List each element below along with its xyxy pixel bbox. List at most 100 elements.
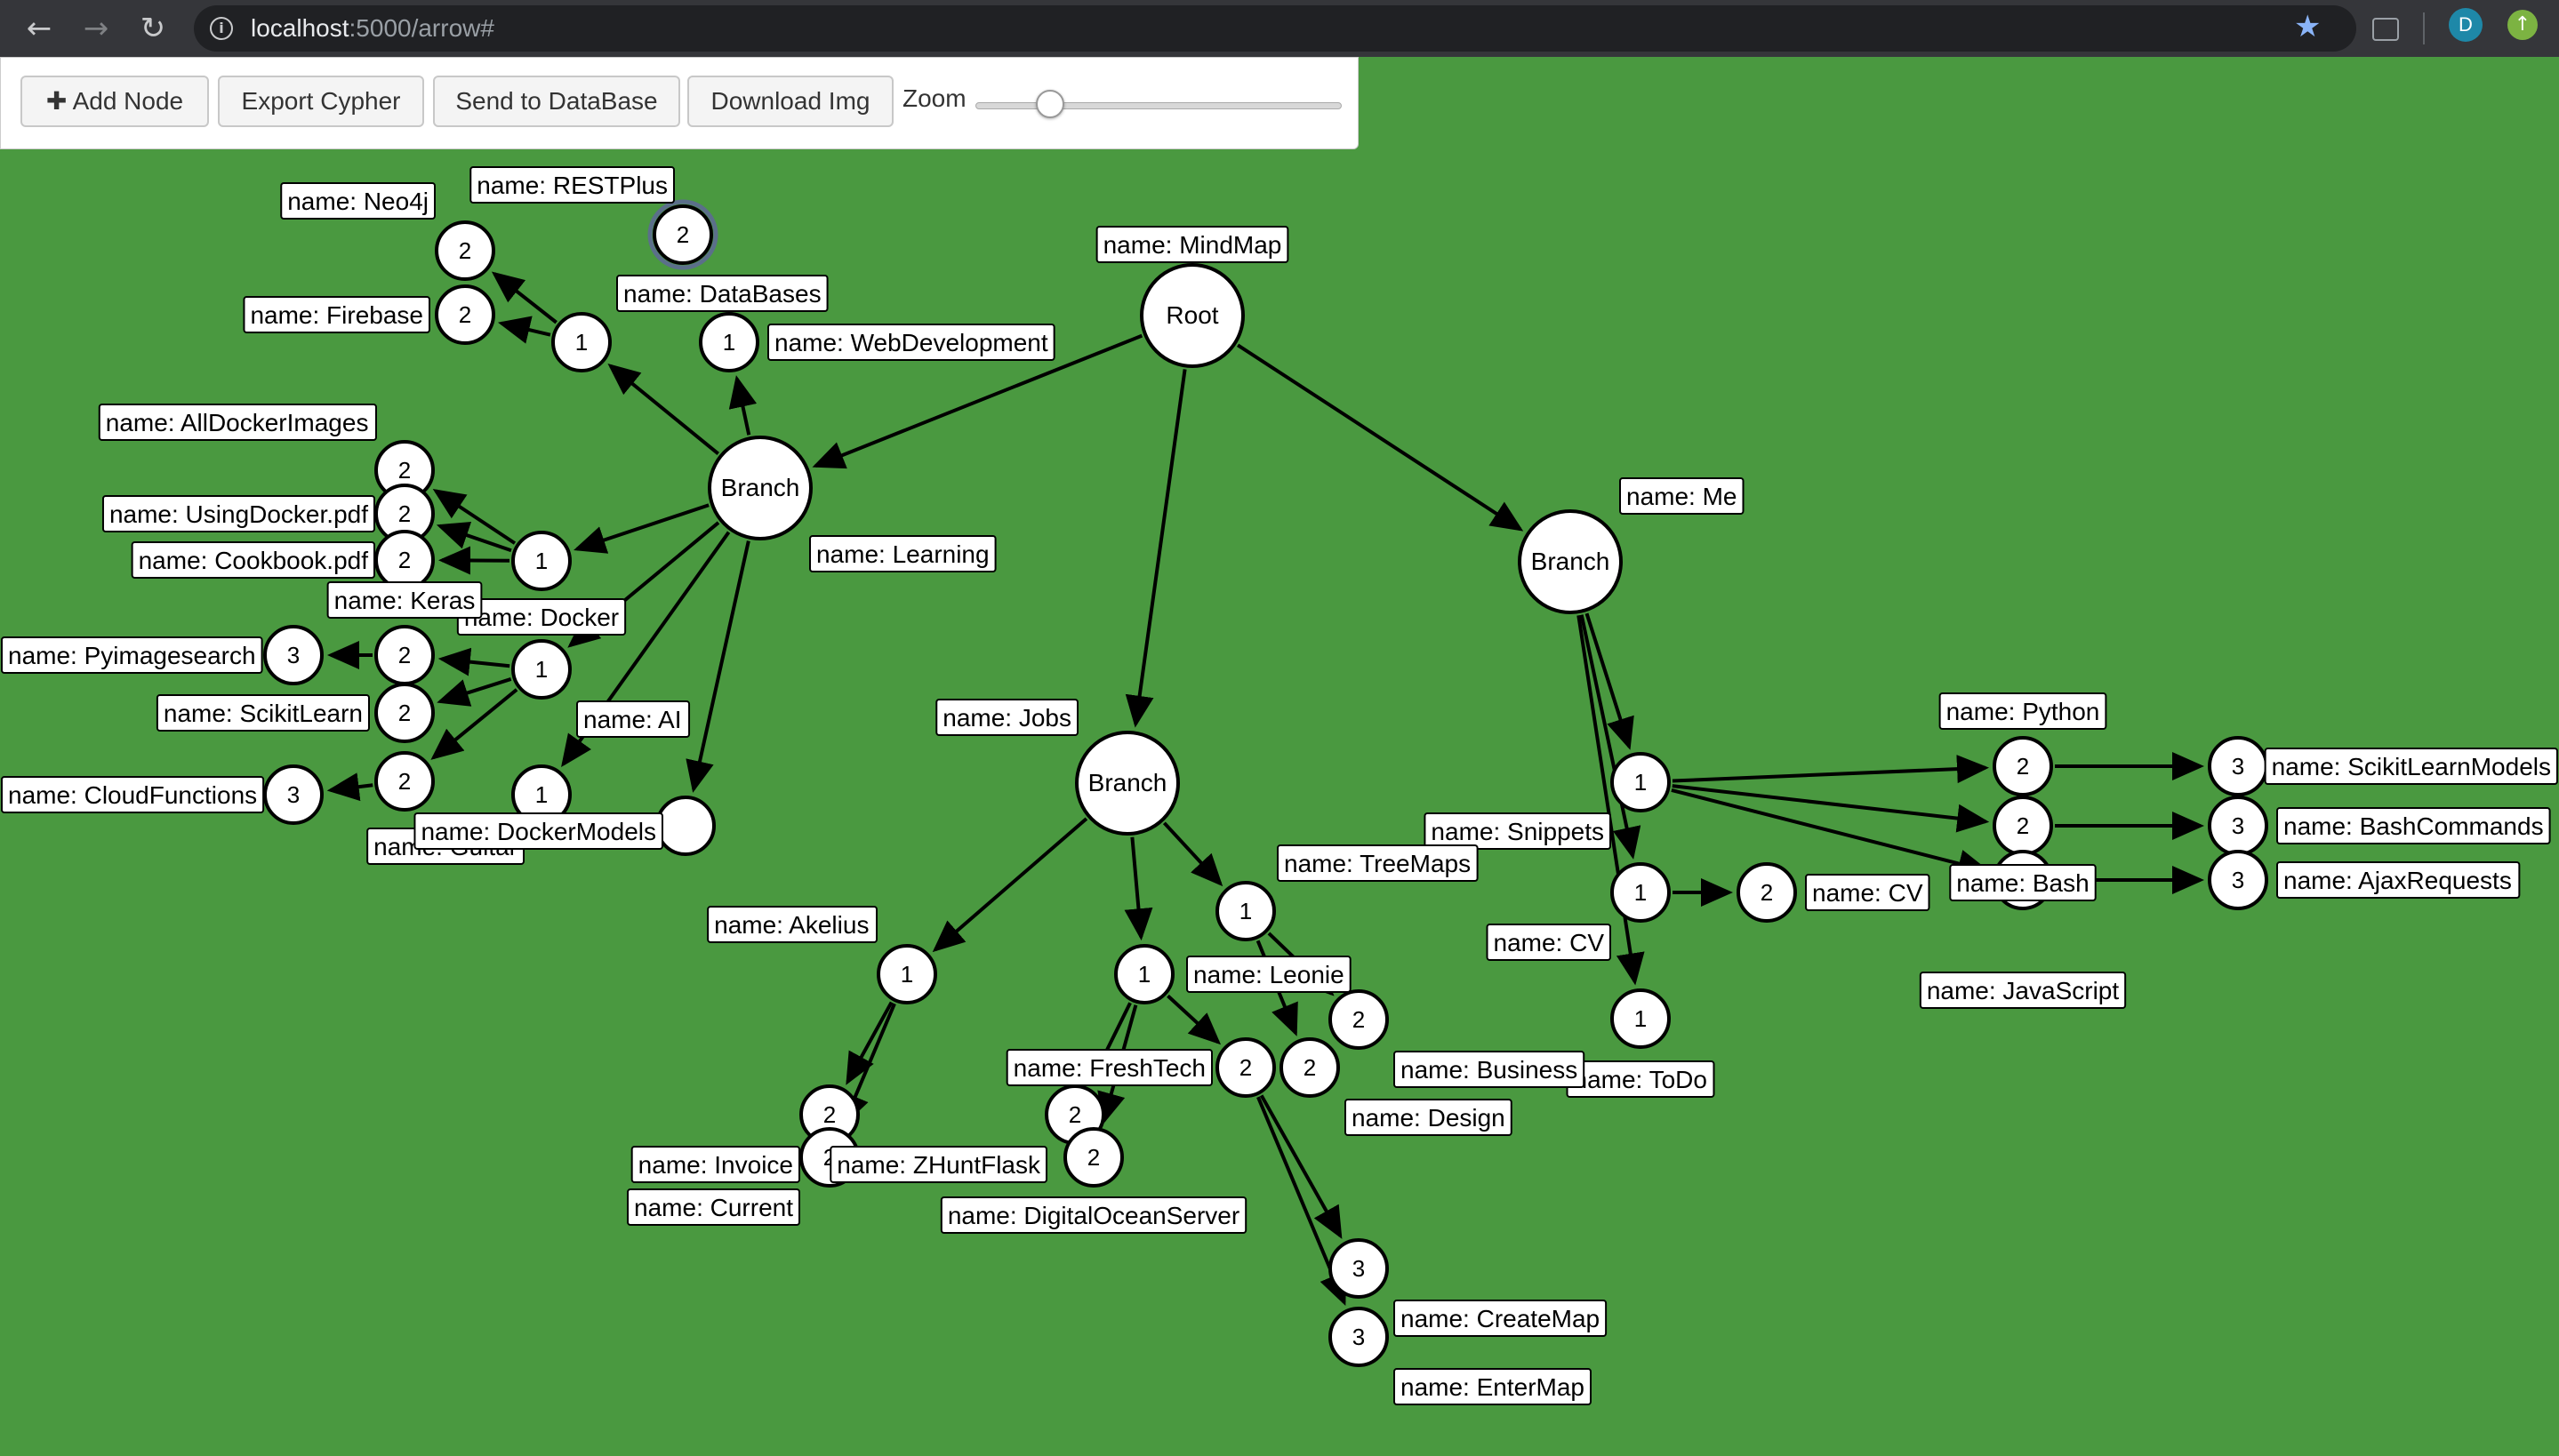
edge-ai-to-keras[interactable] bbox=[437, 647, 510, 676]
node-cloudfn[interactable]: 3 bbox=[263, 764, 324, 825]
node-treemaps[interactable]: 1 bbox=[1215, 881, 1276, 941]
label-text: name: Jobs bbox=[943, 704, 1071, 732]
node-createmap[interactable]: 3 bbox=[1328, 1238, 1389, 1299]
node-akelius[interactable]: 1 bbox=[877, 944, 937, 1004]
node-caption: 2 bbox=[677, 221, 689, 248]
node-label-bash: name: Bash bbox=[1949, 864, 2097, 901]
edge-me-to-snippets[interactable] bbox=[1584, 612, 1634, 750]
edge-jobs-to-akelius[interactable] bbox=[932, 817, 1088, 953]
node-dockermodels[interactable] bbox=[655, 796, 716, 856]
node-cookbook[interactable]: 2 bbox=[374, 530, 435, 590]
node-webdev[interactable]: 1 bbox=[699, 312, 759, 372]
node-label-business: name: Business bbox=[1393, 1051, 1585, 1088]
node-caption: 2 bbox=[398, 768, 411, 795]
node-business[interactable]: 2 bbox=[1328, 989, 1389, 1050]
node-learning[interactable]: Branch bbox=[708, 436, 813, 540]
node-jobs[interactable]: Branch bbox=[1075, 731, 1180, 836]
toolbar: ✚ Add Node Export Cypher Send to DataBas… bbox=[0, 57, 1359, 149]
node-caption: 1 bbox=[1239, 898, 1252, 924]
node-ai[interactable]: 1 bbox=[511, 639, 572, 700]
node-python[interactable]: 2 bbox=[1993, 736, 2053, 796]
send-to-database-button[interactable]: Send to DataBase bbox=[433, 76, 680, 127]
edge-jobs-to-leonie[interactable] bbox=[1124, 836, 1153, 941]
node-caption: 1 bbox=[723, 329, 735, 356]
node-snippets[interactable]: 1 bbox=[1610, 752, 1671, 812]
node-caption: 2 bbox=[823, 1101, 836, 1128]
edge-learning-to-databases[interactable] bbox=[607, 364, 720, 455]
node-caption: 2 bbox=[1087, 1144, 1100, 1171]
node-caption: 2 bbox=[1761, 879, 1773, 906]
node-ajax[interactable]: 3 bbox=[2208, 850, 2268, 910]
node-pyimage[interactable]: 3 bbox=[263, 625, 324, 685]
node-circle[interactable] bbox=[655, 796, 716, 856]
edge-leonie-to-freshtech[interactable] bbox=[1167, 994, 1222, 1045]
edge-databases-to-neo4j[interactable] bbox=[491, 271, 558, 324]
node-caption: Root bbox=[1166, 301, 1218, 329]
node-digitalocean[interactable]: 2 bbox=[1063, 1127, 1124, 1188]
mind-map-graph[interactable]: RootBranchBranchBranch1 12221222123223 1 12… bbox=[0, 0, 2559, 1456]
label-text: name: ScikitLearn bbox=[164, 700, 363, 727]
edge-root-to-me[interactable] bbox=[1237, 343, 1524, 532]
node-caption: 1 bbox=[901, 961, 913, 988]
label-text: name: Design bbox=[1352, 1104, 1505, 1132]
node-keras[interactable]: 2 bbox=[374, 625, 435, 685]
edge-ai-to-scikitlearn[interactable] bbox=[437, 677, 512, 707]
node-restplus[interactable]: 2 bbox=[647, 199, 718, 270]
node-scikitlearn[interactable]: 2 bbox=[374, 683, 435, 743]
node-caption: 3 bbox=[287, 642, 300, 668]
label-text: name: Pyimagesearch bbox=[8, 642, 256, 669]
node-cv1[interactable]: 1 bbox=[1610, 862, 1671, 923]
edge-learning-to-dockermodels[interactable] bbox=[686, 540, 750, 793]
node-entermap[interactable]: 3 bbox=[1328, 1307, 1389, 1367]
add-node-button[interactable]: ✚ Add Node bbox=[20, 76, 209, 127]
node-caption: 2 bbox=[1304, 1054, 1316, 1081]
zoom-slider-thumb[interactable] bbox=[1036, 90, 1064, 118]
edge-databases-to-firebase[interactable] bbox=[497, 316, 551, 344]
node-label-webdev: name: WebDevelopment bbox=[767, 324, 1055, 361]
label-text: name: Firebase bbox=[250, 301, 423, 329]
node-caption: 2 bbox=[1239, 1054, 1252, 1081]
label-text: name: Invoice bbox=[638, 1151, 793, 1179]
label-text: name: CreateMap bbox=[1400, 1305, 1600, 1332]
node-freshtech[interactable]: 2 bbox=[1215, 1037, 1276, 1098]
node-label-cloudfn: name: CloudFunctions bbox=[1, 776, 265, 813]
label-text: name: MindMap bbox=[1103, 231, 1282, 259]
node-caption: 1 bbox=[1634, 769, 1647, 796]
node-firebase[interactable]: 2 bbox=[435, 284, 495, 345]
edge-jobs-to-treemaps[interactable] bbox=[1162, 821, 1223, 887]
node-leonie[interactable]: 1 bbox=[1114, 944, 1175, 1004]
node-design[interactable]: 2 bbox=[1280, 1037, 1340, 1098]
zoom-label: Zoom bbox=[902, 84, 967, 112]
edge-snippets-to-python[interactable] bbox=[1672, 755, 1990, 784]
node-root[interactable]: Root bbox=[1140, 263, 1245, 368]
node-label-alldocker: name: AllDockerImages bbox=[98, 404, 377, 441]
edge-docker-to-usingdocker[interactable] bbox=[436, 521, 512, 553]
edge-akelius-to-invoice[interactable] bbox=[846, 1001, 894, 1085]
label-text: name: UsingDocker.pdf bbox=[109, 500, 368, 528]
edge-freshtech-to-createmap[interactable] bbox=[1259, 1094, 1343, 1239]
edge-cloud2-to-cloudfn[interactable] bbox=[326, 772, 373, 802]
node-scikitmodels[interactable]: 3 bbox=[2208, 736, 2268, 796]
node-caption: 2 bbox=[1069, 1101, 1081, 1128]
zoom-slider-track[interactable] bbox=[975, 102, 1342, 109]
node-databases[interactable]: 1 bbox=[551, 312, 612, 372]
label-text: name: Cookbook.pdf bbox=[139, 547, 369, 574]
node-caption: 1 bbox=[575, 329, 588, 356]
edge-learning-to-webdev[interactable] bbox=[728, 375, 758, 436]
edge-docker-to-alldocker[interactable] bbox=[432, 488, 517, 545]
node-neo4j[interactable]: 2 bbox=[435, 220, 495, 281]
node-cloud2[interactable]: 2 bbox=[374, 751, 435, 812]
download-img-button[interactable]: Download Img bbox=[687, 76, 894, 127]
node-bash[interactable]: 2 bbox=[1993, 796, 2053, 856]
node-me[interactable]: Branch bbox=[1518, 509, 1623, 614]
node-todo[interactable]: 1 bbox=[1610, 988, 1671, 1049]
edge-learning-to-docker[interactable] bbox=[574, 503, 710, 554]
node-docker[interactable]: 1 bbox=[511, 531, 572, 591]
export-cypher-button[interactable]: Export Cypher bbox=[218, 76, 424, 127]
edge-root-to-jobs[interactable] bbox=[1125, 369, 1187, 728]
node-caption: 2 bbox=[398, 500, 411, 527]
node-label-bashcmds: name: BashCommands bbox=[2276, 807, 2551, 844]
label-text: name: Business bbox=[1400, 1056, 1577, 1084]
node-cv2[interactable]: 2 bbox=[1737, 862, 1797, 923]
node-bashcmds[interactable]: 3 bbox=[2208, 796, 2268, 856]
